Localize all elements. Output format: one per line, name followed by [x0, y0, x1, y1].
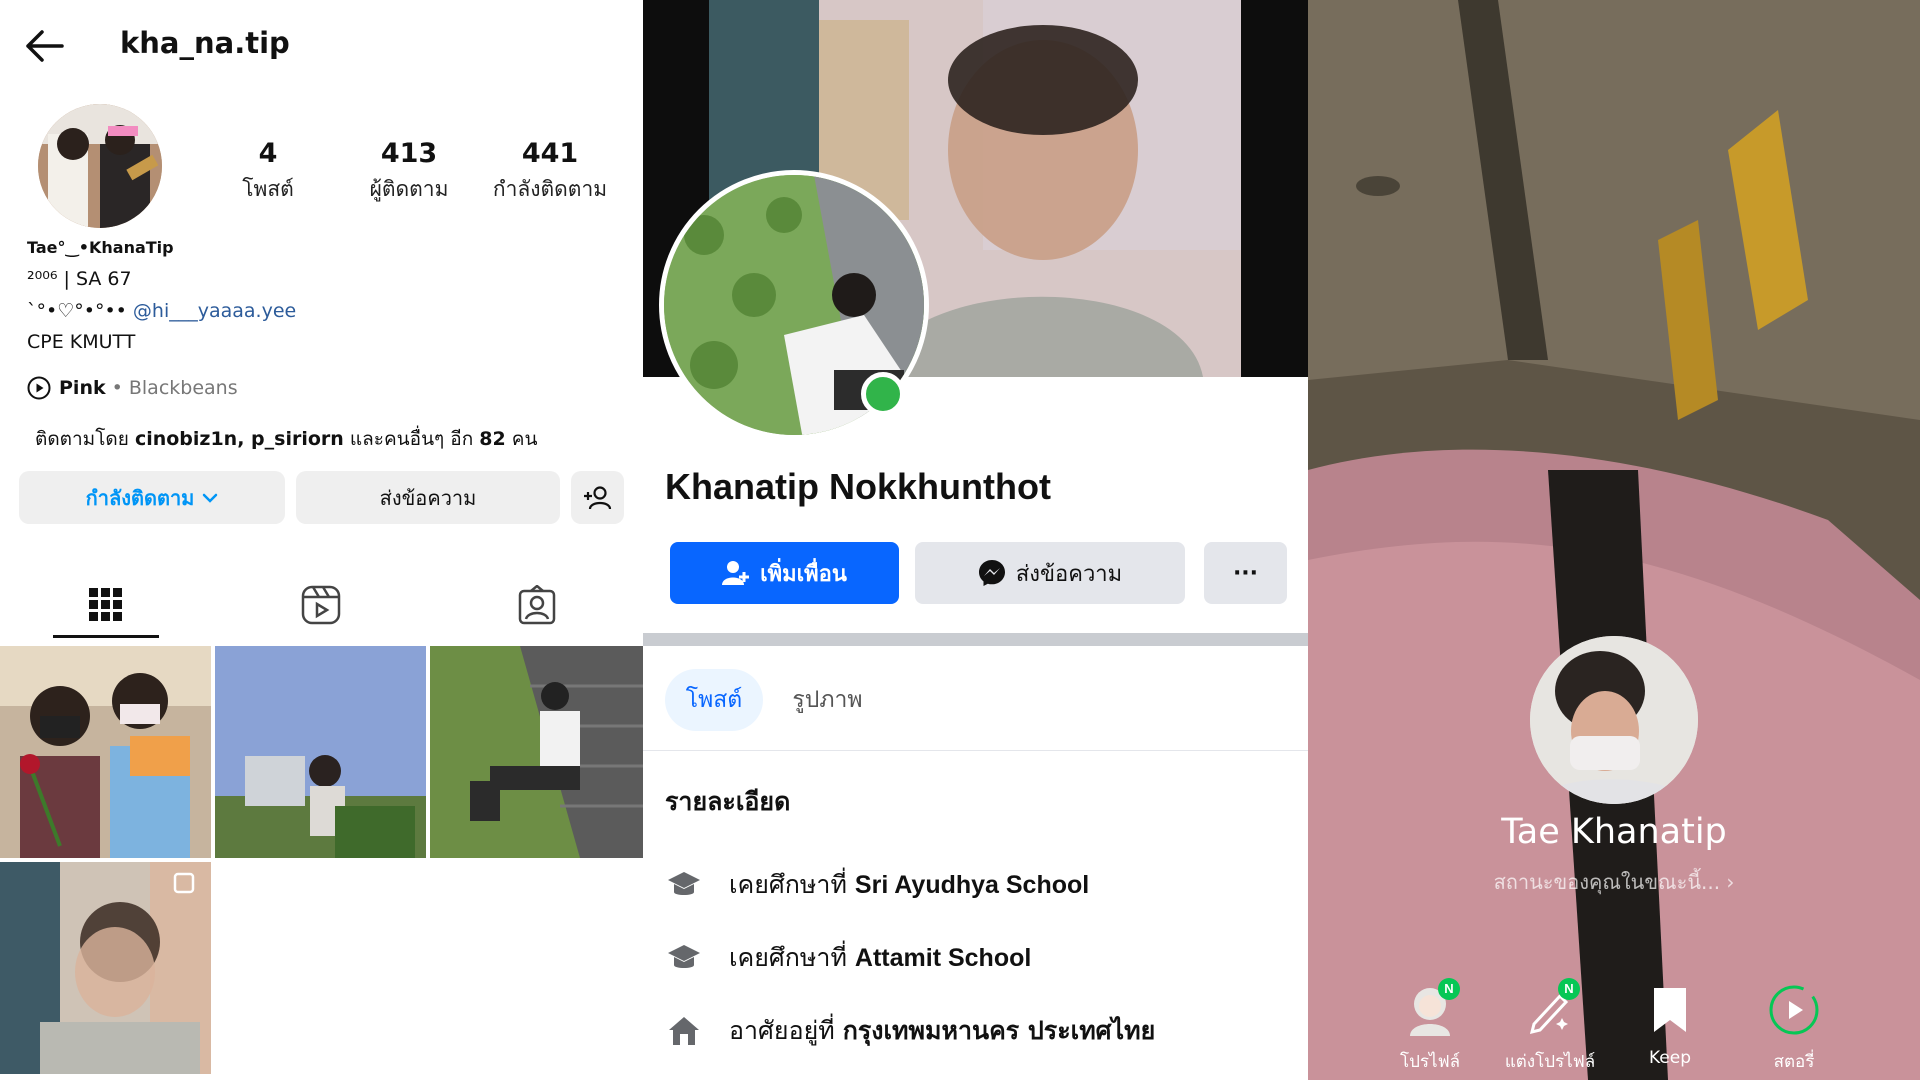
new-badge: N [1558, 978, 1580, 1000]
music-song: Pink [59, 377, 106, 399]
followed-prefix: ติดตามโดย [35, 428, 129, 450]
profile-avatar[interactable] [38, 104, 162, 228]
profile-name: Khanatip Nokkhunthot [665, 466, 1051, 507]
followed-by[interactable]: ติดตามโดย cinobiz1n, p_siriorn และคนอื่น… [35, 424, 537, 454]
detail-row-education: เคยศึกษาที่ Sri Ayudhya School [665, 860, 1089, 910]
ig-message-button[interactable]: ส่งข้อความ [296, 471, 560, 524]
graduation-cap-icon [665, 866, 703, 904]
ig-message-label: ส่งข้อความ [379, 485, 477, 510]
detail-row-education: เคยศึกษาที่ Attamit School [665, 933, 1031, 983]
keep-label: Keep [1648, 1048, 1691, 1068]
add-person-icon [583, 485, 613, 511]
bio-mention-link[interactable]: @hi___yaaaa.yee [133, 300, 296, 322]
bookmark-icon [1650, 984, 1690, 1036]
music-play-icon [27, 376, 51, 400]
grid-icon [88, 587, 124, 623]
following-button-label: กำลังติดตาม [85, 485, 195, 510]
tab-divider [643, 750, 1308, 751]
followed-count: 82 [479, 428, 506, 450]
bio-year: ²⁰⁰⁶ [27, 268, 58, 290]
new-badge: N [1438, 978, 1460, 1000]
post-thumbnail[interactable] [0, 646, 211, 858]
avatar-profile-icon: N [1406, 978, 1460, 1036]
edit-profile-label: แต่งโปรไฟล์ [1504, 1052, 1596, 1072]
add-friend-label: เพิ่มเพื่อน [760, 561, 847, 587]
tab-photos-label: รูปภาพ [792, 687, 863, 713]
detail-value[interactable]: Attamit School [855, 944, 1031, 973]
post-thumbnail[interactable] [430, 646, 643, 858]
followers-label: ผู้ติดตาม [369, 177, 449, 201]
display-name: Tae°‿•KhanaTip [27, 238, 174, 257]
home-icon [665, 1012, 703, 1050]
tab-tagged[interactable] [484, 575, 590, 635]
add-friend-icon [722, 560, 750, 586]
post-thumbnail[interactable] [215, 646, 426, 858]
followed-names: cinobiz1n, p_siriorn [134, 428, 344, 450]
instagram-profile-panel: kha_na.tip 4 โพสต์ 413 ผู้ติดตาม 441 กำล… [0, 0, 643, 1080]
tab-posts[interactable]: โพสต์ [665, 669, 763, 731]
chevron-down-icon [202, 492, 218, 504]
line-profile-avatar[interactable] [1530, 636, 1698, 804]
bio-line-1: ²⁰⁰⁶ | SA 67 [27, 268, 132, 290]
line-background-photo [1308, 0, 1920, 1080]
followed-middle: และคนอื่นๆ อีก [349, 428, 474, 450]
tab-reels[interactable] [268, 575, 374, 635]
profile-music[interactable]: Pink • Blackbeans [27, 376, 238, 400]
detail-prefix: เคยศึกษาที่ [729, 943, 847, 972]
bio-decoration: `°•♡°•°•• [27, 300, 127, 322]
graduation-cap-icon [665, 939, 703, 977]
keep-button[interactable]: Keep [1615, 984, 1725, 1068]
profile-username: kha_na.tip [120, 26, 290, 60]
story-play-icon [1768, 984, 1820, 1036]
detail-prefix: อาศัยอยู่ที่ [729, 1016, 835, 1045]
details-heading: รายละเอียด [665, 787, 791, 816]
edit-profile-button[interactable]: N แต่งโปรไฟล์ [1495, 978, 1605, 1075]
messenger-icon [978, 559, 1006, 587]
suggested-people-button[interactable] [571, 471, 624, 524]
line-profile-button[interactable]: N โปรไฟล์ [1375, 978, 1485, 1075]
bio-line-2: `°•♡°•°•• @hi___yaaaa.yee [27, 300, 296, 322]
back-arrow-icon[interactable] [22, 26, 72, 66]
tab-photos[interactable]: รูปภาพ [775, 669, 880, 731]
tagged-icon [517, 585, 557, 625]
followers-count: 413 [380, 138, 438, 169]
bio-sa: | SA 67 [63, 268, 132, 290]
more-options-button[interactable]: ··· [1204, 542, 1287, 604]
edit-profile-icon: N [1526, 978, 1580, 1036]
following-label: กำลังติดตาม [492, 177, 608, 201]
following-button[interactable]: กำลังติดตาม [19, 471, 285, 524]
line-display-name: Tae Khanatip [1501, 812, 1727, 852]
line-profile-panel: Tae Khanatip สถานะของคุณในขณะนี้... › N … [1308, 0, 1920, 1080]
following-count: 441 [521, 138, 579, 169]
followed-suffix: คน [511, 428, 538, 450]
instagram-header: kha_na.tip [0, 0, 643, 92]
following-stat[interactable]: 441 กำลังติดตาม [480, 138, 620, 206]
online-status-dot [861, 372, 905, 416]
detail-row-location: อาศัยอยู่ที่ กรุงเทพมหานคร ประเทศไทย [665, 1006, 1155, 1056]
detail-value[interactable]: Sri Ayudhya School [855, 871, 1089, 900]
section-separator [643, 633, 1308, 646]
detail-prefix: เคยศึกษาที่ [729, 870, 847, 899]
reels-icon [301, 585, 341, 625]
facebook-profile-panel: Khanatip Nokkhunthot เพิ่มเพื่อน ส่งข้อค… [643, 0, 1308, 1080]
fb-message-button[interactable]: ส่งข้อความ [915, 542, 1185, 604]
followers-stat[interactable]: 413 ผู้ติดตาม [339, 138, 479, 206]
bio-school: CPE KMUTT [27, 331, 136, 353]
fb-message-label: ส่งข้อความ [1015, 561, 1123, 587]
tab-posts-label: โพสต์ [685, 687, 743, 713]
story-label: สตอรี่ [1773, 1052, 1815, 1072]
add-friend-button[interactable]: เพิ่มเพื่อน [670, 542, 899, 604]
posts-label: โพสต์ [242, 177, 294, 201]
music-artist: • Blackbeans [111, 377, 238, 399]
post-thumbnail[interactable] [0, 862, 211, 1074]
posts-stat: 4 โพสต์ [198, 138, 338, 206]
detail-value[interactable]: กรุงเทพมหานคร ประเทศไทย [843, 1011, 1156, 1051]
line-profile-label: โปรไฟล์ [1399, 1052, 1461, 1072]
story-button[interactable]: สตอรี่ [1739, 984, 1849, 1075]
status-message-link[interactable]: สถานะของคุณในขณะนี้... › [1308, 866, 1920, 898]
tab-grid[interactable] [53, 575, 159, 638]
more-options-label: ··· [1232, 560, 1259, 586]
posts-count: 4 [258, 138, 278, 169]
